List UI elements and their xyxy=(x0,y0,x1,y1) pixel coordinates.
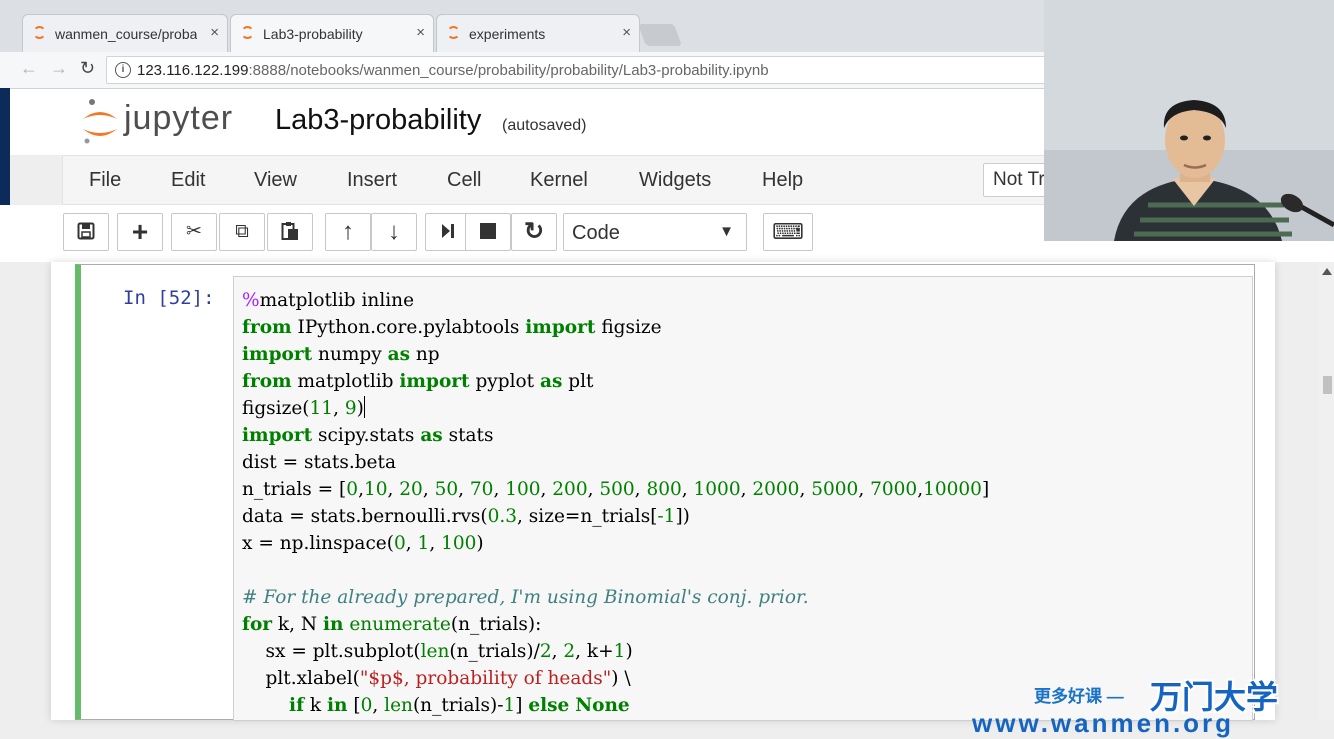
vertical-scrollbar[interactable] xyxy=(1318,262,1334,720)
menu-file[interactable]: File xyxy=(89,169,121,192)
copy-button[interactable]: ⧉ xyxy=(219,213,265,251)
copy-icon: ⧉ xyxy=(235,221,249,242)
loading-icon xyxy=(447,26,460,39)
reload-icon[interactable]: ↻ xyxy=(80,58,95,79)
info-icon[interactable]: i xyxy=(115,62,131,78)
tab-wanmen-course[interactable]: wanmen_course/proba × xyxy=(22,14,228,52)
loading-icon xyxy=(33,26,46,39)
autosave-status: (autosaved) xyxy=(502,117,587,134)
code-line: if k in [0, len(n_trials)-1] else None xyxy=(289,695,630,716)
tab-lab3-probability[interactable]: Lab3-probability × xyxy=(230,14,434,52)
notebook-area: In [52]: %matplotlib inline from IPython… xyxy=(0,262,1334,721)
tab-label: Lab3-probability xyxy=(263,26,363,42)
presenter-image xyxy=(1044,0,1334,241)
arrow-down-icon: ↓ xyxy=(388,218,400,245)
paste-button[interactable] xyxy=(267,213,313,251)
stop-icon xyxy=(480,223,496,239)
move-up-button[interactable]: ↑ xyxy=(325,213,371,251)
menu-view[interactable]: View xyxy=(254,169,297,192)
notebook-title[interactable]: Lab3-probability xyxy=(275,104,481,137)
scroll-up-icon[interactable] xyxy=(1322,268,1332,275)
cell-prompt: In [52]: xyxy=(123,287,215,309)
loading-icon xyxy=(241,26,254,39)
forward-icon[interactable]: → xyxy=(50,58,68,79)
interrupt-button[interactable] xyxy=(465,213,511,251)
close-icon[interactable]: × xyxy=(622,24,631,41)
keyboard-icon: ⌨ xyxy=(772,219,804,244)
code-line: %matplotlib inline xyxy=(242,290,415,311)
code-line: import numpy as np xyxy=(242,344,440,365)
code-text[interactable]: %matplotlib inline from IPython.core.pyl… xyxy=(242,287,989,719)
menu-cell[interactable]: Cell xyxy=(447,169,481,192)
code-line: dist = stats.beta xyxy=(242,452,396,473)
chevron-down-icon: ▼ xyxy=(719,223,734,240)
code-line: x = np.linspace(0, 1, 100) xyxy=(242,533,484,554)
text-cursor xyxy=(363,396,366,418)
code-line: plt.xlabel("$p$, probability of heads") … xyxy=(242,668,631,689)
url-text: 123.116.122.199:8888/notebooks/wanmen_co… xyxy=(137,62,769,79)
notebook-page: In [52]: %matplotlib inline from IPython… xyxy=(51,262,1275,721)
tab-label: wanmen_course/proba xyxy=(55,26,197,42)
code-line: for k, N in enumerate(n_trials): xyxy=(242,614,542,635)
url-path: :8888/notebooks/wanmen_course/probabilit… xyxy=(248,62,769,79)
code-line: from matplotlib import pyplot as plt xyxy=(242,371,594,392)
code-line: # For the already prepared, I'm using Bi… xyxy=(242,587,809,608)
plus-icon: + xyxy=(131,216,149,247)
code-line: sx = plt.subplot(len(n_trials)/2, 2, k+1… xyxy=(242,641,633,662)
cell-type-value: Code xyxy=(572,222,620,244)
tab-experiments[interactable]: experiments × xyxy=(436,14,640,52)
code-line: from IPython.core.pylabtools import figs… xyxy=(242,317,662,338)
jupyter-logo-icon xyxy=(83,99,117,144)
restart-button[interactable]: ↻ xyxy=(511,213,557,251)
watermark: 更多好课 — 万门大学 www.wanmen.org xyxy=(972,672,1334,738)
jupyter-logo-text: jupyter xyxy=(124,99,234,137)
step-forward-icon xyxy=(442,224,454,238)
menu-kernel[interactable]: Kernel xyxy=(530,169,588,192)
menu-insert[interactable]: Insert xyxy=(347,169,397,192)
save-button[interactable] xyxy=(63,213,109,251)
menu-edit[interactable]: Edit xyxy=(171,169,205,192)
jupyter-logo[interactable]: jupyter xyxy=(80,97,250,147)
watermark-slogan: 更多好课 — xyxy=(1034,687,1124,706)
menu-help[interactable]: Help xyxy=(762,169,803,192)
scrollbar-thumb[interactable] xyxy=(1323,376,1332,394)
code-line: import scipy.stats as stats xyxy=(242,425,494,446)
tab-label: experiments xyxy=(469,26,546,42)
menu-widgets[interactable]: Widgets xyxy=(639,169,711,192)
close-icon[interactable]: × xyxy=(210,24,219,41)
scissors-icon: ✂ xyxy=(186,221,202,242)
code-line: data = stats.bernoulli.rvs(0.3, size=n_t… xyxy=(242,506,690,527)
webcam-overlay xyxy=(1044,0,1334,241)
back-icon[interactable]: ← xyxy=(20,58,38,79)
watermark-url: www.wanmen.org xyxy=(972,708,1235,738)
close-icon[interactable]: × xyxy=(416,24,425,41)
restart-icon: ↻ xyxy=(523,218,545,245)
command-palette-button[interactable]: ⌨ xyxy=(763,213,813,251)
code-cell[interactable]: In [52]: %matplotlib inline from IPython… xyxy=(75,264,1255,721)
insert-cell-button[interactable]: + xyxy=(117,213,163,251)
arrow-up-icon: ↑ xyxy=(342,218,354,245)
cut-button[interactable]: ✂ xyxy=(171,213,217,251)
code-line: figsize(11, 9) xyxy=(242,396,366,419)
new-tab-button[interactable] xyxy=(637,24,683,46)
code-line: n_trials = [0,10, 20, 50, 70, 100, 200, … xyxy=(242,479,990,500)
move-down-button[interactable]: ↓ xyxy=(371,213,417,251)
paste-icon xyxy=(281,222,298,240)
url-host: 123.116.122.199 xyxy=(137,62,249,79)
code-editor[interactable]: %matplotlib inline from IPython.core.pyl… xyxy=(233,276,1253,721)
save-icon xyxy=(77,222,95,240)
cell-type-select[interactable]: Code ▼ xyxy=(563,213,747,251)
